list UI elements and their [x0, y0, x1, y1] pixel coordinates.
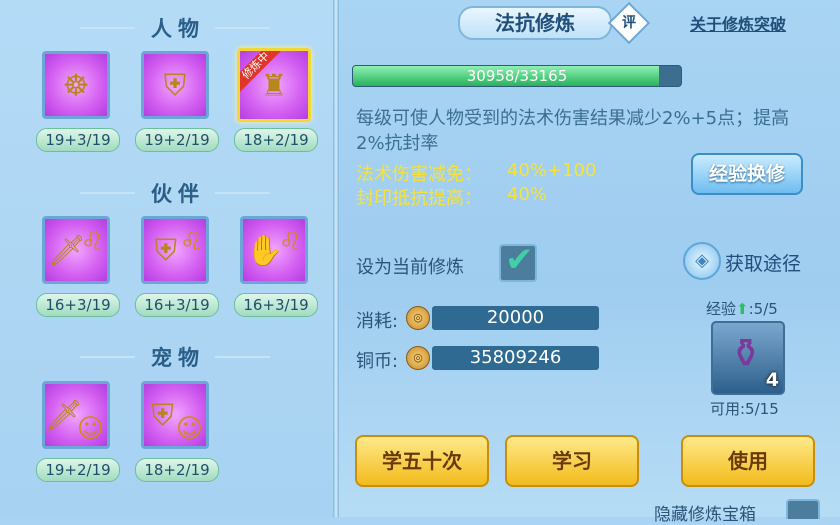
partner-slot-2-level: 16+3/19: [135, 293, 219, 317]
shield-icon: ⛨: [151, 398, 174, 434]
cat-icon: ☺: [175, 414, 203, 444]
partner-slot-2[interactable]: ⛨ ♌: [141, 216, 209, 284]
check-icon: ✔: [505, 240, 534, 280]
progress-bar: 30958/33165: [352, 65, 682, 87]
coin-icon: ◎: [406, 346, 430, 370]
character-slot-1[interactable]: ☸: [42, 51, 110, 119]
exp-label: 经验: [706, 300, 737, 318]
stat-value-seal-resist: 40%: [507, 184, 548, 205]
hide-label: 隐藏修炼宝箱: [654, 505, 756, 525]
rate-badge: 评: [622, 15, 636, 31]
character-slot-1-level: 19+3/19: [36, 128, 120, 152]
use-button[interactable]: 使用: [681, 435, 815, 487]
section-title-character: 人物: [151, 17, 205, 41]
get-way-label[interactable]: 获取途径: [725, 249, 801, 276]
pet-slot-1-level: 19+2/19: [36, 458, 120, 482]
rate-button[interactable]: 评: [607, 1, 651, 45]
character-slot-3-level: 18+2/19: [234, 128, 318, 152]
panel-divider: [333, 0, 339, 517]
character-slot-3[interactable]: ♜ 修炼中: [237, 48, 311, 122]
section-title-pet: 宠物: [151, 346, 205, 370]
shield-warrior-icon: ⛨: [163, 68, 187, 104]
pet-slot-2[interactable]: ⛨ ☺: [141, 381, 209, 449]
lion-icon: ♌: [80, 227, 104, 257]
available-label: 可用:5/15: [710, 400, 779, 418]
progress-text: 30958/33165: [466, 67, 568, 85]
exp-counter: 经验⬆:5/5: [706, 298, 778, 319]
set-current-checkbox[interactable]: ✔: [499, 240, 537, 282]
partner-slot-1[interactable]: 🗡 ♌: [42, 216, 110, 284]
breakthrough-link[interactable]: 关于修炼突破: [690, 11, 786, 35]
cost-value: 20000: [432, 306, 599, 330]
learn-fifty-button[interactable]: 学五十次: [355, 435, 489, 487]
page-title: 法抗修炼: [458, 6, 612, 40]
item-count: 4: [765, 369, 779, 391]
character-slot-2[interactable]: ⛨: [141, 51, 209, 119]
stat-label-spell-reduce: 法术伤害减免：: [356, 164, 482, 185]
partner-slot-3[interactable]: ✋ ♌: [240, 216, 308, 284]
lion-icon: ♌: [278, 227, 302, 257]
exp-value: :5/5: [748, 300, 778, 318]
armored-warrior-icon: ♜: [260, 68, 288, 104]
vase-icon: ⚱: [729, 331, 763, 377]
stat-label-seal-resist: 封印抵抗提高：: [356, 188, 482, 209]
pet-slot-2-level: 18+2/19: [135, 458, 219, 482]
training-description: 每级可使人物受到的法术伤害结果减少2%+5点；提高2%抗封率: [356, 108, 790, 154]
lion-icon: ♌: [179, 227, 203, 257]
hide-checkbox[interactable]: [786, 499, 820, 519]
meditating-warrior-icon: ☸: [62, 68, 90, 104]
shield-icon: ⛨: [154, 233, 177, 269]
cat-icon: ☺: [76, 414, 104, 444]
pet-slot-1[interactable]: 🗡 ☺: [42, 381, 110, 449]
partner-slot-1-level: 16+3/19: [36, 293, 120, 317]
stat-value-spell-reduce: 40%+100: [507, 160, 597, 181]
coin-icon: ◎: [406, 306, 430, 330]
set-current-label: 设为当前修炼: [356, 257, 464, 278]
section-title-partner: 伙伴: [151, 182, 205, 206]
exp-exchange-button[interactable]: 经验换修: [691, 153, 803, 195]
copper-value: 35809246: [432, 346, 599, 370]
character-slot-2-level: 19+2/19: [135, 128, 219, 152]
arrow-up-icon: ⬆: [736, 300, 749, 318]
get-way-icon[interactable]: ◈: [683, 242, 721, 280]
learn-button[interactable]: 学习: [505, 435, 639, 487]
cost-label: 消耗:: [356, 311, 399, 332]
copper-label: 铜币:: [356, 351, 399, 372]
exp-item-slot[interactable]: ⚱ 4: [711, 321, 785, 395]
partner-slot-3-level: 16+3/19: [234, 293, 318, 317]
